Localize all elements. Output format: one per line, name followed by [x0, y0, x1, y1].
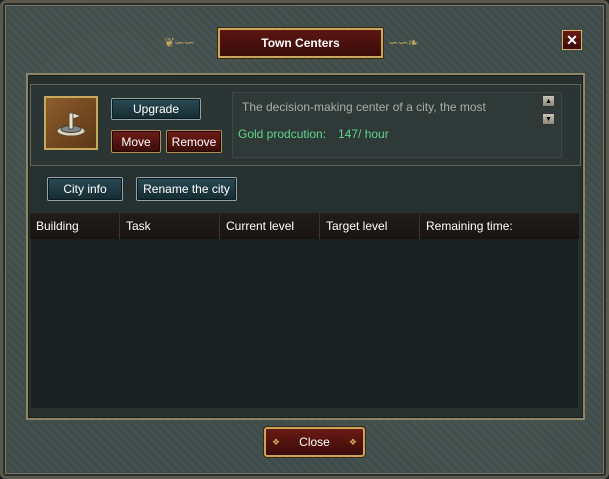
title-ornament-left-icon: ❦∽∽ [164, 35, 195, 50]
title-ornament-right-icon: ∽∽❧ [388, 35, 419, 50]
building-description: The decision-making center of a city, th… [242, 100, 486, 114]
close-ornament-right-icon: ❖ [348, 437, 357, 447]
column-target-level: Target level [320, 213, 420, 239]
close-button[interactable]: ❖ Close ❖ [263, 426, 366, 458]
column-building: Building [30, 213, 120, 239]
task-table [30, 213, 579, 409]
remove-button[interactable]: Remove [166, 130, 222, 153]
scroll-down-icon[interactable]: ▼ [542, 113, 555, 125]
gold-production-label: Gold prodcution: [238, 127, 327, 141]
column-current-level: Current level [220, 213, 320, 239]
fountain-icon [56, 112, 86, 137]
scroll-up-icon[interactable]: ▲ [542, 95, 555, 107]
column-task: Task [120, 213, 220, 239]
gold-production-value: 147/ hour [338, 127, 389, 141]
task-table-header: Building Task Current level Target level… [30, 213, 579, 239]
town-center-icon[interactable] [44, 96, 98, 150]
close-icon[interactable]: ✕ [562, 30, 582, 50]
city-info-button[interactable]: City info [47, 177, 123, 201]
upgrade-button[interactable]: Upgrade [111, 98, 201, 120]
window-title: Town Centers [217, 27, 384, 59]
move-button[interactable]: Move [111, 130, 161, 153]
window-title-text: Town Centers [261, 36, 340, 50]
close-ornament-left-icon: ❖ [272, 437, 281, 447]
column-remaining-time: Remaining time: [426, 219, 513, 233]
rename-city-button[interactable]: Rename the city [136, 177, 237, 201]
